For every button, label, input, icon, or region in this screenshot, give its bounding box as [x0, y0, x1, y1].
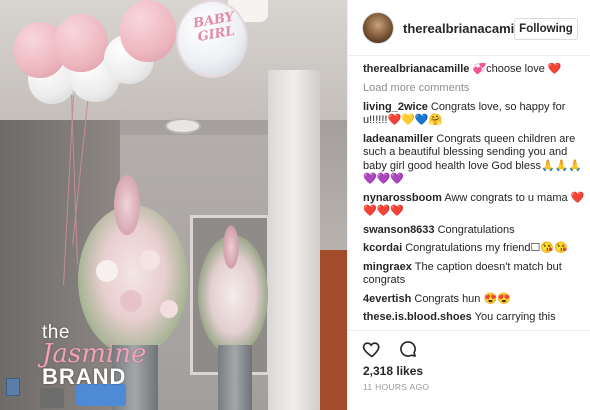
caption-text: 💞choose love ❤️: [472, 63, 562, 75]
load-more-comments-link[interactable]: Load more comments: [363, 82, 585, 95]
white-pillar: [268, 70, 320, 410]
comment: mingraex The caption doesn't match but c…: [363, 261, 585, 288]
post-side-panel: therealbrianacamille Following therealbr…: [347, 0, 590, 410]
the-jasmine-brand-watermark: the Jasmine BRAND: [42, 323, 192, 389]
post-header: therealbrianacamille Following: [348, 0, 590, 56]
watermark-line-3: BRAND: [42, 364, 127, 389]
heart-icon[interactable]: [362, 339, 382, 359]
pink-balloon: [120, 0, 176, 62]
caption: therealbrianacamille 💞choose love ❤️: [363, 63, 585, 77]
comment-text: Congratulations: [437, 223, 515, 236]
comment-username[interactable]: living_2wice: [363, 101, 428, 113]
smoke-detector: [165, 118, 201, 134]
comment-text: Congrats hun 😍😍: [414, 292, 511, 305]
comment: living_2wice Congrats love, so happy for…: [363, 101, 585, 128]
comment-text: You carrying this: [474, 311, 556, 323]
flower-stalk: [112, 170, 142, 240]
comment-username[interactable]: swanson8633: [363, 224, 435, 236]
comment: these.is.blood.shoes You carrying this: [363, 311, 585, 325]
comments-list[interactable]: therealbrianacamille 💞choose love ❤️ Loa…: [363, 63, 585, 329]
watermark-line-2: Jasmine: [42, 339, 147, 369]
foil-balloon-text: BABY GIRL: [192, 9, 236, 46]
post-username[interactable]: therealbrianacamille: [403, 21, 529, 36]
flower-vase: [218, 345, 252, 410]
comment: kcordai Congratulations my friend☐😘😘: [363, 242, 585, 256]
white-rose: [140, 250, 160, 270]
likes-count[interactable]: 2,318 likes: [363, 364, 423, 378]
comment-username[interactable]: kcordai: [363, 242, 402, 254]
comment-username[interactable]: 4evertish: [363, 293, 411, 305]
thermostat: [6, 378, 20, 396]
wooden-door: [320, 250, 347, 410]
white-rose: [160, 300, 178, 318]
white-rose: [96, 260, 118, 282]
post-actions-footer: 2,318 likes 11 HOURS AGO: [348, 330, 590, 410]
comment: swanson8633 Congratulations: [363, 224, 585, 238]
avatar[interactable]: [362, 12, 394, 44]
pink-rose: [120, 290, 142, 312]
comment: 4evertish Congrats hun 😍😍: [363, 293, 585, 307]
comment-username[interactable]: nynarossboom: [363, 192, 442, 204]
post-timestamp[interactable]: 11 HOURS AGO: [363, 382, 429, 392]
comment-bubble-icon[interactable]: [398, 339, 418, 359]
pink-balloon: [54, 14, 108, 72]
action-icons: [362, 339, 430, 361]
comment-text: Congratulations my friend☐😘😘: [405, 242, 568, 254]
post-photo[interactable]: BABY GIRL the Jasmine BRAND: [0, 0, 347, 410]
comment-username[interactable]: ladeanamiller: [363, 133, 433, 145]
baby-girl-foil-balloon: BABY GIRL: [176, 0, 248, 78]
following-button[interactable]: Following: [514, 18, 578, 40]
comment: nynarossboom Aww congrats to u mama ❤️❤️…: [363, 192, 585, 219]
caption-username[interactable]: therealbrianacamille: [363, 63, 469, 75]
comment-username[interactable]: mingraex: [363, 261, 412, 273]
table-object: [40, 388, 64, 408]
flower-stalk: [222, 222, 240, 272]
comment-username[interactable]: these.is.blood.shoes: [363, 311, 472, 323]
comment: ladeanamiller Congrats queen children ar…: [363, 133, 585, 187]
